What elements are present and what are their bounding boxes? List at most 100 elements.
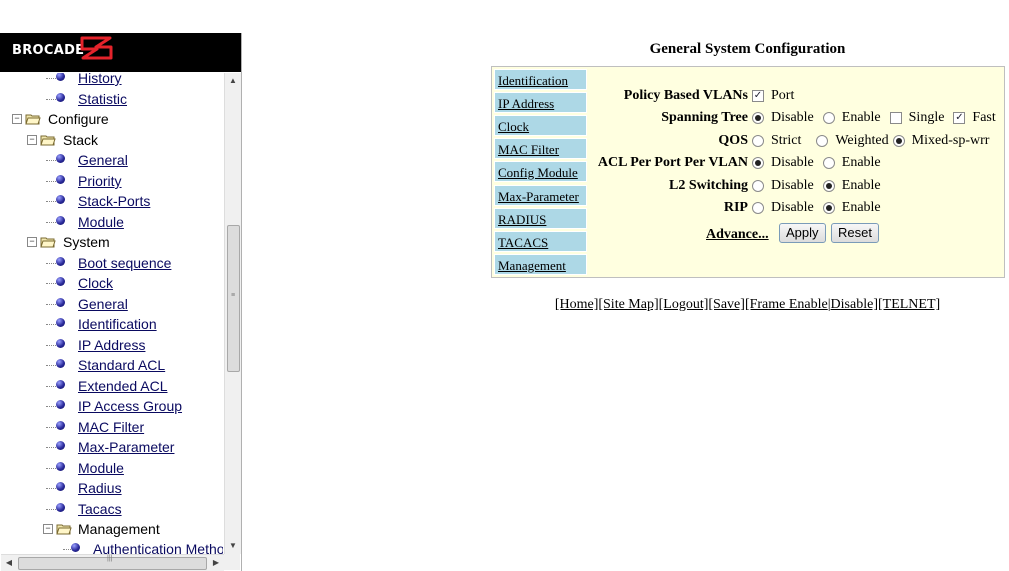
tree-item-stack-module[interactable]: Module xyxy=(1,212,223,232)
nav-link-radius[interactable]: RADIUS xyxy=(498,212,546,227)
tree-item-label[interactable]: Extended ACL xyxy=(78,376,168,396)
nav-link-config-module[interactable]: Config Module xyxy=(498,165,578,180)
tree-item-radius[interactable]: Radius xyxy=(1,478,223,498)
footer-link-telnet[interactable]: [TELNET] xyxy=(878,297,940,312)
tree-item-label[interactable]: Max-Parameter xyxy=(78,437,174,457)
l2-enable-radio[interactable] xyxy=(822,180,835,192)
tree-folder-configure[interactable]: − Configure xyxy=(1,109,223,129)
tree-folder-management[interactable]: − Management xyxy=(1,519,223,539)
scroll-left-arrow-icon[interactable]: ◀ xyxy=(1,555,17,571)
grip-icon: ≡ xyxy=(231,292,236,299)
tree-item-authentication-methods[interactable]: Authentication Metho xyxy=(1,539,223,554)
tree-item-label[interactable]: Tacacs xyxy=(78,499,122,519)
tree-item-extended-acl[interactable]: Extended ACL xyxy=(1,376,223,396)
acl-disable-radio[interactable] xyxy=(752,157,764,169)
scroll-right-arrow-icon[interactable]: ▶ xyxy=(208,555,224,571)
rip-enable-radio[interactable] xyxy=(822,202,835,214)
tree-folder-stack[interactable]: − Stack xyxy=(1,130,223,150)
tree-item-label[interactable]: Standard ACL xyxy=(78,355,165,375)
nav-link-max-parameter[interactable]: Max-Parameter xyxy=(498,189,579,204)
tree-item-statistic[interactable]: Statistic xyxy=(1,89,223,109)
footer-link-site-map[interactable]: [Site Map] xyxy=(598,297,658,312)
tree-item-label[interactable]: IP Access Group xyxy=(78,396,182,416)
reset-button[interactable]: Reset xyxy=(831,223,879,243)
spanning-tree-fast-checkbox[interactable]: ✓ xyxy=(953,112,966,124)
tree-item-label[interactable]: Stack-Ports xyxy=(78,191,150,211)
spanning-tree-disable-label: Disable xyxy=(771,110,814,125)
footer-link-frame-enable[interactable]: [Frame Enable xyxy=(745,297,828,312)
rip-disable-radio[interactable] xyxy=(752,202,764,214)
bullet-icon xyxy=(56,380,65,389)
tree-item-label[interactable]: Module xyxy=(78,212,124,232)
tree-item-mac-filter[interactable]: MAC Filter xyxy=(1,417,223,437)
acl-enable-radio[interactable] xyxy=(822,157,835,169)
tree-item-label[interactable]: General xyxy=(78,150,128,170)
tree-item-system-general[interactable]: General xyxy=(1,294,223,314)
vertical-scrollbar[interactable]: ▲ ≡ ▼ xyxy=(224,73,241,554)
tree-item-boot-sequence[interactable]: Boot sequence xyxy=(1,253,223,273)
spanning-tree-disable-radio[interactable] xyxy=(752,112,764,124)
horizontal-scroll-thumb[interactable]: ||| xyxy=(18,555,207,570)
qos-strict-radio[interactable] xyxy=(752,135,764,147)
nav-link-tacacs[interactable]: TACACS xyxy=(498,235,548,250)
tree-item-label[interactable]: Statistic xyxy=(78,89,127,109)
tree-item-label[interactable]: Priority xyxy=(78,171,122,191)
tree-item-identification[interactable]: Identification xyxy=(1,314,223,334)
tree-item-stack-ports[interactable]: Stack-Ports xyxy=(1,191,223,211)
qos-weighted-radio[interactable] xyxy=(816,135,829,147)
nav-cell-max-parameter: Max-Parameter xyxy=(494,185,587,206)
tree-item-standard-acl[interactable]: Standard ACL xyxy=(1,355,223,375)
nav-link-clock[interactable]: Clock xyxy=(498,119,529,134)
nav-link-mac-filter[interactable]: MAC Filter xyxy=(498,142,559,157)
tree-item-ip-address[interactable]: IP Address xyxy=(1,335,223,355)
tree-item-priority[interactable]: Priority xyxy=(1,171,223,191)
footer-link-home[interactable]: [Home] xyxy=(555,297,599,312)
nav-link-identification[interactable]: Identification xyxy=(498,73,568,88)
bullet-icon xyxy=(56,318,65,327)
collapse-toggle-icon[interactable]: − xyxy=(12,114,22,124)
tree-item-label[interactable]: Module xyxy=(78,458,124,478)
qos-mixed-radio[interactable] xyxy=(892,135,905,147)
tree-item-tacacs[interactable]: Tacacs xyxy=(1,499,223,519)
tree-item-label[interactable]: History xyxy=(78,73,122,88)
policy-port-checkbox[interactable]: ✓ xyxy=(752,90,764,102)
collapse-toggle-icon[interactable]: − xyxy=(27,135,37,145)
tree-item-label[interactable]: Boot sequence xyxy=(78,253,171,273)
tree-item-label[interactable]: Authentication Metho xyxy=(93,539,223,554)
collapse-toggle-icon[interactable]: − xyxy=(27,237,37,247)
scroll-down-arrow-icon[interactable]: ▼ xyxy=(225,538,241,554)
apply-button[interactable]: Apply xyxy=(779,223,826,243)
bullet-icon xyxy=(56,400,65,409)
tree-item-ip-access-group[interactable]: IP Access Group xyxy=(1,396,223,416)
tree-item-clock[interactable]: Clock xyxy=(1,273,223,293)
scroll-up-arrow-icon[interactable]: ▲ xyxy=(225,73,241,89)
nav-link-management[interactable]: Management xyxy=(498,258,566,273)
footer-link-logout[interactable]: [Logout] xyxy=(659,297,709,312)
footer-link-frame-disable[interactable]: Disable] xyxy=(831,297,878,312)
bullet-icon xyxy=(56,421,65,430)
advance-link[interactable]: Advance... xyxy=(706,227,769,243)
tree-item-label[interactable]: Clock xyxy=(78,273,113,293)
tree-folder-system[interactable]: − System xyxy=(1,232,223,252)
spanning-tree-enable-radio[interactable] xyxy=(822,112,835,124)
tree-item-history[interactable]: History xyxy=(1,73,223,88)
nav-cell-management: Management xyxy=(494,254,587,275)
tree-item-label[interactable]: IP Address xyxy=(78,335,145,355)
collapse-toggle-icon[interactable]: − xyxy=(43,524,53,534)
vertical-scroll-thumb[interactable]: ≡ xyxy=(227,225,240,372)
spanning-tree-single-checkbox[interactable] xyxy=(889,112,902,124)
horizontal-scrollbar[interactable]: ◀ ||| ▶ xyxy=(1,554,224,571)
tree-item-label[interactable]: MAC Filter xyxy=(78,417,144,437)
grip-icon: ||| xyxy=(107,555,113,562)
tree-item-label[interactable]: General xyxy=(78,294,128,314)
bullet-icon xyxy=(56,277,65,286)
tree-item-stack-general[interactable]: General xyxy=(1,150,223,170)
nav-link-ip-address[interactable]: IP Address xyxy=(498,96,554,111)
tree-item-label[interactable]: Identification xyxy=(78,314,157,334)
tree-item-max-parameter[interactable]: Max-Parameter xyxy=(1,437,223,457)
bullet-icon xyxy=(56,339,65,348)
l2-disable-radio[interactable] xyxy=(752,180,764,192)
tree-item-system-module[interactable]: Module xyxy=(1,458,223,478)
tree-item-label[interactable]: Radius xyxy=(78,478,122,498)
footer-link-save[interactable]: [Save] xyxy=(708,297,745,312)
